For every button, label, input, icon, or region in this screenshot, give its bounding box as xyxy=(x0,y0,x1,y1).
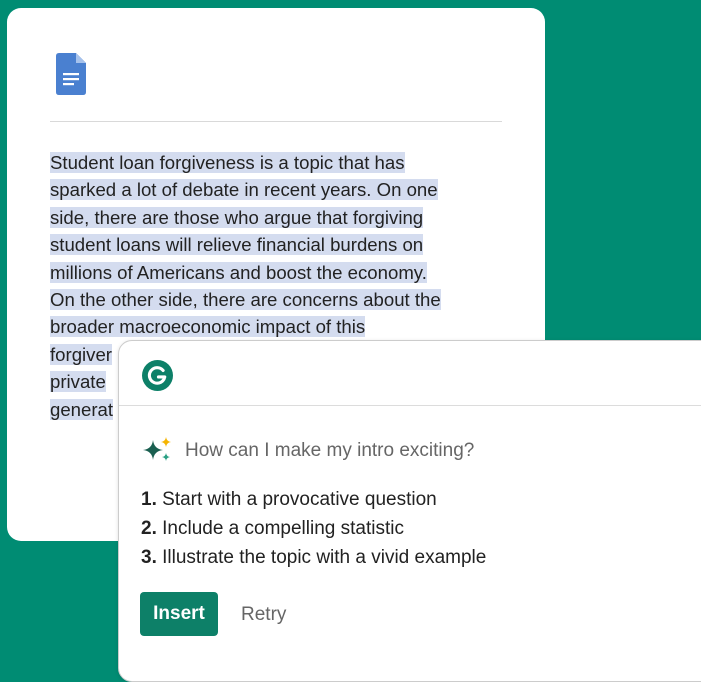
retry-button[interactable]: Retry xyxy=(241,604,286,626)
suggestion-item: 3. Illustrate the topic with a vivid exa… xyxy=(141,544,486,573)
doc-line: generat xyxy=(50,398,114,420)
suggestion-number: 1. xyxy=(141,489,157,510)
assistant-divider xyxy=(119,405,701,406)
suggestion-item: 1. Start with a provocative question xyxy=(141,486,486,515)
doc-line: Student loan forgiveness is a topic that… xyxy=(50,152,405,173)
doc-line: private xyxy=(50,371,106,393)
doc-line: forgiver xyxy=(50,343,113,365)
doc-line: broader macroeconomic impact of this xyxy=(50,316,366,338)
suggestion-text: Start with a provocative question xyxy=(162,489,437,510)
suggestion-number: 2. xyxy=(141,517,157,539)
suggestions-list: 1. Start with a provocative question 2. … xyxy=(141,486,486,572)
doc-line: sparked a lot of debate in recent years.… xyxy=(50,179,438,201)
doc-line: On the other side, there are concerns ab… xyxy=(50,289,441,311)
insert-button[interactable]: Insert xyxy=(140,592,218,636)
doc-line: student loans will relieve financial bur… xyxy=(50,234,424,256)
doc-line: side, there are those who argue that for… xyxy=(50,206,424,228)
doc-line: millions of Americans and boost the econ… xyxy=(50,261,427,283)
document-divider xyxy=(50,121,502,122)
assistant-panel: How can I make my intro exciting? 1. Sta… xyxy=(118,340,701,682)
grammarly-logo-icon xyxy=(142,360,173,391)
suggestion-number: 3. xyxy=(141,546,157,568)
suggestion-text: Illustrate the topic with a vivid exampl… xyxy=(162,546,487,568)
google-docs-icon xyxy=(56,53,86,95)
sparkle-icon xyxy=(143,437,171,461)
assistant-prompt: How can I make my intro exciting? xyxy=(185,440,475,461)
suggestion-text: Include a compelling statistic xyxy=(162,517,404,539)
suggestion-item: 2. Include a compelling statistic xyxy=(141,515,486,544)
